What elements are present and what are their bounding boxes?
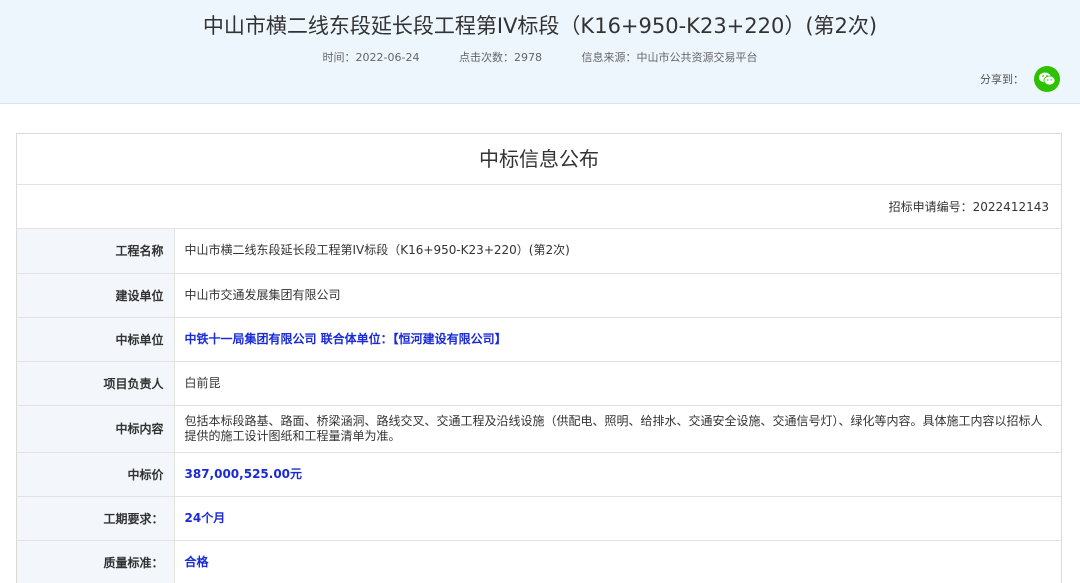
- row-key: 工期要求：: [17, 496, 175, 541]
- row-key: 质量标准：: [17, 540, 175, 583]
- row-value: 合格: [174, 540, 1061, 583]
- application-code: 招标申请编号：2022412143: [17, 185, 1061, 229]
- table-row: 工期要求： 24个月: [17, 496, 1061, 541]
- publish-time: 时间：2022-06-24: [322, 51, 420, 64]
- row-key: 中标单位: [17, 317, 175, 362]
- page-header: 中山市横二线东段延长段工程第IV标段（K16+950-K23+220）(第2次)…: [0, 0, 1080, 104]
- table-row: 中标内容 包括本标段路基、路面、桥梁涵洞、路线交叉、交通工程及沿线设施（供配电、…: [17, 405, 1061, 453]
- table-row: 工程名称 中山市横二线东段延长段工程第IV标段（K16+950-K23+220）…: [17, 229, 1061, 274]
- wechat-share-button[interactable]: [1034, 66, 1060, 92]
- row-value: 中山市横二线东段延长段工程第IV标段（K16+950-K23+220）(第2次): [174, 229, 1061, 274]
- row-value: 24个月: [174, 496, 1061, 541]
- row-value: 387,000,525.00元: [174, 452, 1061, 497]
- info-source: 信息来源：中山市公共资源交易平台: [581, 51, 758, 64]
- row-value: 白前昆: [174, 361, 1061, 406]
- row-value: 中铁十一局集团有限公司 联合体单位：【恒河建设有限公司】: [174, 317, 1061, 362]
- share-label: 分享到：: [980, 73, 1024, 86]
- row-value: 包括本标段路基、路面、桥梁涵洞、路线交叉、交通工程及沿线设施（供配电、照明、给排…: [174, 405, 1061, 453]
- row-key: 工程名称: [17, 229, 175, 274]
- row-value: 中山市交通发展集团有限公司: [174, 273, 1061, 318]
- wechat-icon: [1039, 72, 1056, 86]
- row-key: 项目负责人: [17, 361, 175, 406]
- table-row: 中标价 387,000,525.00元: [17, 452, 1061, 497]
- info-table: 工程名称 中山市横二线东段延长段工程第IV标段（K16+950-K23+220）…: [17, 229, 1061, 583]
- panel-title: 中标信息公布: [17, 134, 1061, 185]
- meta-info: 时间：2022-06-24 点击次数：2978 信息来源：中山市公共资源交易平台: [0, 50, 1080, 66]
- share-bar: 分享到：: [980, 66, 1060, 92]
- table-row: 中标单位 中铁十一局集团有限公司 联合体单位：【恒河建设有限公司】: [17, 317, 1061, 362]
- row-key: 中标价: [17, 452, 175, 497]
- row-key: 中标内容: [17, 405, 175, 453]
- award-info-panel: 中标信息公布 招标申请编号：2022412143 工程名称 中山市横二线东段延长…: [16, 133, 1062, 583]
- table-row: 建设单位 中山市交通发展集团有限公司: [17, 273, 1061, 318]
- click-count: 点击次数：2978: [458, 51, 542, 64]
- page-title: 中山市横二线东段延长段工程第IV标段（K16+950-K23+220）(第2次): [202, 14, 878, 38]
- row-key: 建设单位: [17, 273, 175, 318]
- table-row: 项目负责人 白前昆: [17, 361, 1061, 406]
- table-row: 质量标准： 合格: [17, 540, 1061, 583]
